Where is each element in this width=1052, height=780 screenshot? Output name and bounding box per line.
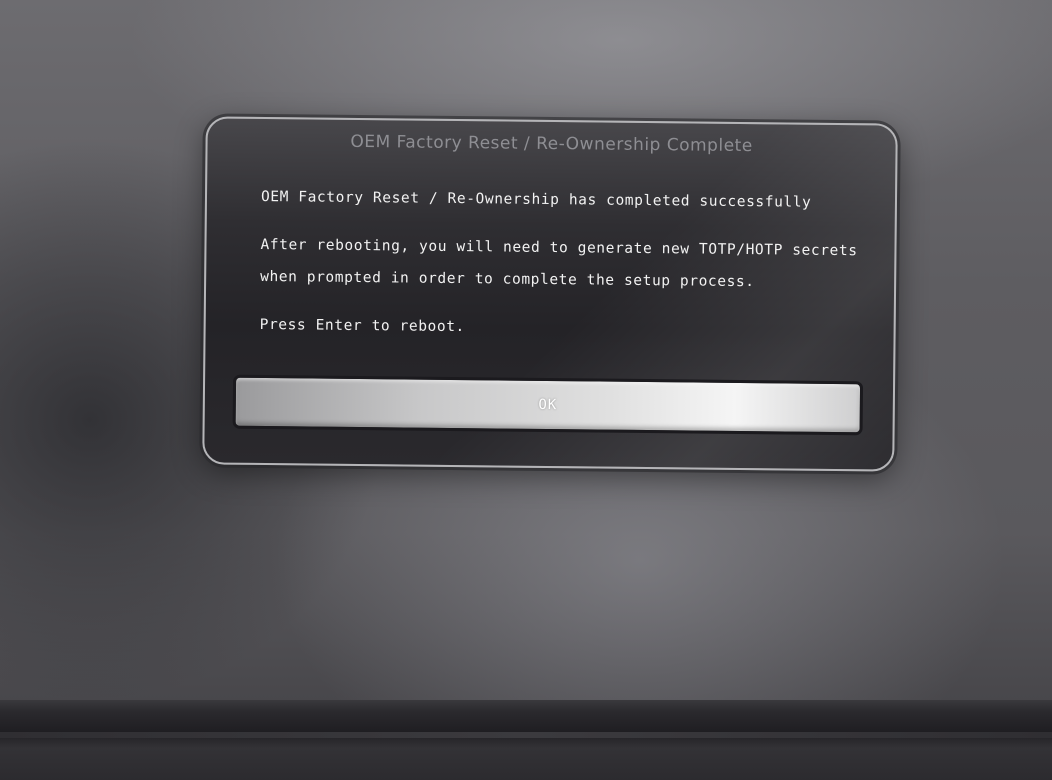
monitor-bezel xyxy=(0,700,1052,780)
monitor-screen: OEM Factory Reset / Re-Ownership Complet… xyxy=(0,0,1052,710)
bezel-edge xyxy=(0,732,1052,738)
ok-button-label: OK xyxy=(538,396,558,414)
success-message: OEM Factory Reset / Re-Ownership has com… xyxy=(260,188,812,211)
ok-button[interactable]: OK xyxy=(232,374,864,436)
press-enter-message: Press Enter to reboot. xyxy=(259,316,465,336)
dialog-title: OEM Factory Reset / Re-Ownership Complet… xyxy=(350,131,753,157)
reset-complete-dialog: OEM Factory Reset / Re-Ownership Complet… xyxy=(202,116,898,472)
reboot-instruction-line1: After rebooting, you will need to genera… xyxy=(260,236,858,260)
reboot-instruction-line2: when prompted in order to complete the s… xyxy=(260,268,755,291)
